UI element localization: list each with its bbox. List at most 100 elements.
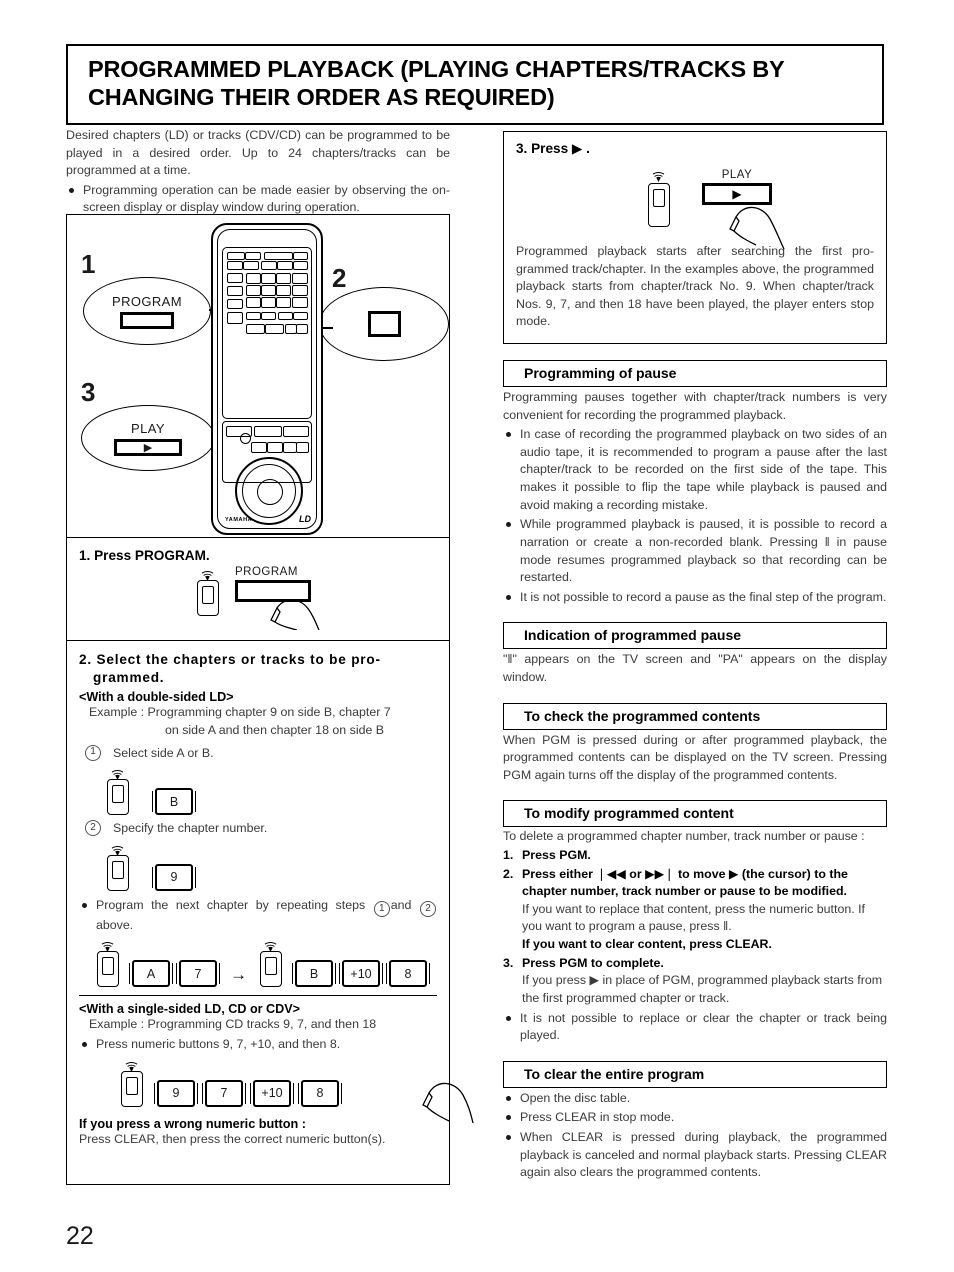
remote-display-mode-button — [227, 299, 243, 309]
key-track-plus10: +10 — [250, 1079, 294, 1107]
repeat-marker-2: 2 — [420, 900, 436, 917]
intro-bullet-1: Programming operation can be made easier… — [66, 182, 450, 217]
single-example-label: Example : — [89, 1017, 145, 1032]
step-2-sub2-keys: 9 — [107, 845, 437, 891]
remote-memory-down — [278, 312, 293, 320]
remote-chapter-skip-back — [285, 324, 297, 334]
step-2-sub2-text: Specify the chapter number. — [113, 821, 268, 836]
callout-numeric-key — [319, 287, 449, 361]
remote-numeric-0 — [292, 297, 308, 308]
single-example-text: Programming CD tracks 9, 7, and then 18 — [147, 1017, 377, 1032]
step-2-single-example: Example : Programming CD tracks 9, 7, an… — [89, 1016, 437, 1034]
step-2-example-line1: Programming chapter 9 on side B, chapter… — [147, 705, 391, 720]
remote-jog-dial — [235, 457, 303, 525]
step-2-double-sided-head: <With a double-sided LD> — [79, 690, 234, 705]
step-3-box: 3. Press ▶ . PLAY ▶ Programmed playback … — [503, 131, 887, 345]
mini-remote-icon — [648, 171, 670, 227]
clear-bullet-3: When CLEAR is pressed during playback, t… — [503, 1129, 887, 1182]
left-instruction-frame: 1 PROGRAM 2 3 PLAY ▶ YAMAHA LD 1. Press … — [66, 214, 474, 1185]
right-column: 3. Press ▶ . PLAY ▶ Programmed playback … — [503, 131, 887, 1182]
left-column-intro: Desired chapters (LD) or tracks (CDV/CD)… — [66, 127, 450, 217]
pointing-hand-icon — [729, 206, 785, 249]
section-body-to-check-the-programmed-contents: When PGM is pressed during or after prog… — [503, 732, 887, 782]
step-1-remote-icon — [197, 570, 219, 616]
step-2-sequence-keys: A 7 → B +10 8 — [97, 941, 437, 988]
step-1-heading: 1. Press PROGRAM. — [79, 548, 210, 563]
remote-search-button — [246, 324, 265, 334]
remote-numeric-4 — [246, 285, 261, 296]
remote-chapter-button — [227, 261, 243, 270]
modify-step-2-sub1: If you want to replace that content, pre… — [522, 901, 865, 934]
remote-stop-button — [267, 442, 283, 453]
remote-pause-button — [296, 442, 309, 453]
section-header-to-check-the-programmed-contents: To check the programmed contents — [503, 702, 887, 730]
callout-number-1: 1 — [81, 249, 96, 279]
remote-numeric-plus10 — [292, 285, 308, 296]
pause-bullet-2: While programmed playback is paused, it … — [503, 516, 887, 586]
mini-remote-icon — [260, 941, 282, 988]
play-key-graphic: ▶ — [114, 438, 182, 456]
remote-transport-panel — [222, 421, 312, 483]
remote-numeric-9 — [276, 297, 291, 308]
remote-memory-up — [293, 312, 308, 320]
key-track-8: 8 — [298, 1079, 342, 1107]
intro-bullet-list: Programming operation can be made easier… — [66, 182, 450, 217]
section-header-to-modify-programmed-content: To modify programmed content — [503, 800, 887, 828]
remote-ld-logo: LD — [299, 514, 311, 524]
remote-numeric-2 — [261, 273, 276, 284]
mini-remote-icon — [107, 769, 129, 816]
mini-remote-icon — [107, 845, 129, 891]
key-track-9: 9 — [154, 1079, 198, 1107]
callout-play: PLAY ▶ — [81, 405, 215, 471]
remote-control-body: YAMAHA LD — [211, 223, 323, 535]
mini-remote-icon — [197, 570, 219, 616]
page-title: PROGRAMMED PLAYBACK (PLAYING CHAPTERS/TR… — [88, 56, 785, 110]
clear-bullet-2: Press CLEAR in stop mode. — [503, 1109, 887, 1127]
remote-brand-logo: YAMAHA — [225, 517, 253, 523]
intro-text: Desired chapters (LD) or tracks (CDV/CD)… — [66, 127, 450, 217]
remote-scan-forward-button — [283, 426, 309, 437]
remote-last-memory-button — [227, 312, 243, 324]
step-2-single-bullet: Press numeric buttons 9, 7, +10, and the… — [79, 1036, 437, 1054]
modify-step-2-sub2: If you want to clear content, press CLEA… — [522, 937, 772, 952]
intro-paragraph: Desired chapters (LD) or tracks (CDV/CD)… — [66, 128, 450, 178]
remote-clear-button — [227, 273, 243, 283]
modify-step-1-number: 1. — [503, 848, 514, 863]
pause-bullet-1: In case of recording the programmed play… — [503, 426, 887, 514]
step-3-remote-icon — [648, 171, 670, 227]
step-1-key-caption: PROGRAM — [235, 566, 298, 578]
remote-numeric-8 — [261, 297, 276, 308]
step-2-example-label: Example : — [89, 705, 145, 720]
key-chapter-9: 9 — [152, 863, 196, 891]
remote-program-button — [227, 286, 243, 296]
section-header-to-clear-the-entire-program: To clear the entire program — [503, 1060, 887, 1088]
modify-final-bullet-list: It is not possible to replace or clear t… — [503, 1010, 887, 1045]
modify-step-1: 1. Press PGM. — [503, 847, 887, 865]
sequence-arrow-icon: → — [230, 965, 247, 985]
step-2-sub1-text: Select side A or B. — [113, 745, 214, 760]
callout-number-3: 3 — [81, 377, 96, 407]
step-2-heading: 2. Select the chapters or tracks to be p… — [79, 652, 381, 685]
ir-signal-icon — [652, 172, 665, 182]
step-2-substep-2: 2 Specify the chapter number. — [79, 820, 437, 838]
remote-diagram: 1 PROGRAM 2 3 PLAY ▶ YAMAHA LD — [67, 215, 449, 537]
key-side-b-2: B — [292, 960, 336, 988]
substep-1-marker: 1 — [85, 744, 101, 761]
remote-audio-button — [261, 261, 277, 270]
program-key-graphic — [120, 311, 174, 329]
pointing-hand-icon — [422, 1082, 474, 1123]
remote-numeric-side-a — [292, 273, 308, 284]
mini-remote-body — [121, 1070, 143, 1107]
mini-remote-body — [197, 580, 219, 616]
callout-number-2: 2 — [332, 263, 347, 293]
remote-numeric-1 — [246, 273, 261, 284]
key-side-a: A — [129, 960, 173, 988]
remote-display-button — [264, 252, 293, 260]
callout-program: PROGRAM — [83, 277, 211, 345]
mini-remote-body — [107, 779, 129, 816]
manual-page: PROGRAMMED PLAYBACK (PLAYING CHAPTERS/TR… — [0, 0, 954, 1272]
remote-ab-button — [293, 261, 308, 270]
remote-numeric-7 — [246, 297, 261, 308]
modify-steps-list: 1. Press PGM. 2. Press either ❘◀◀ or ▶▶❘… — [503, 847, 887, 1007]
pointing-hand-icon — [270, 599, 320, 630]
